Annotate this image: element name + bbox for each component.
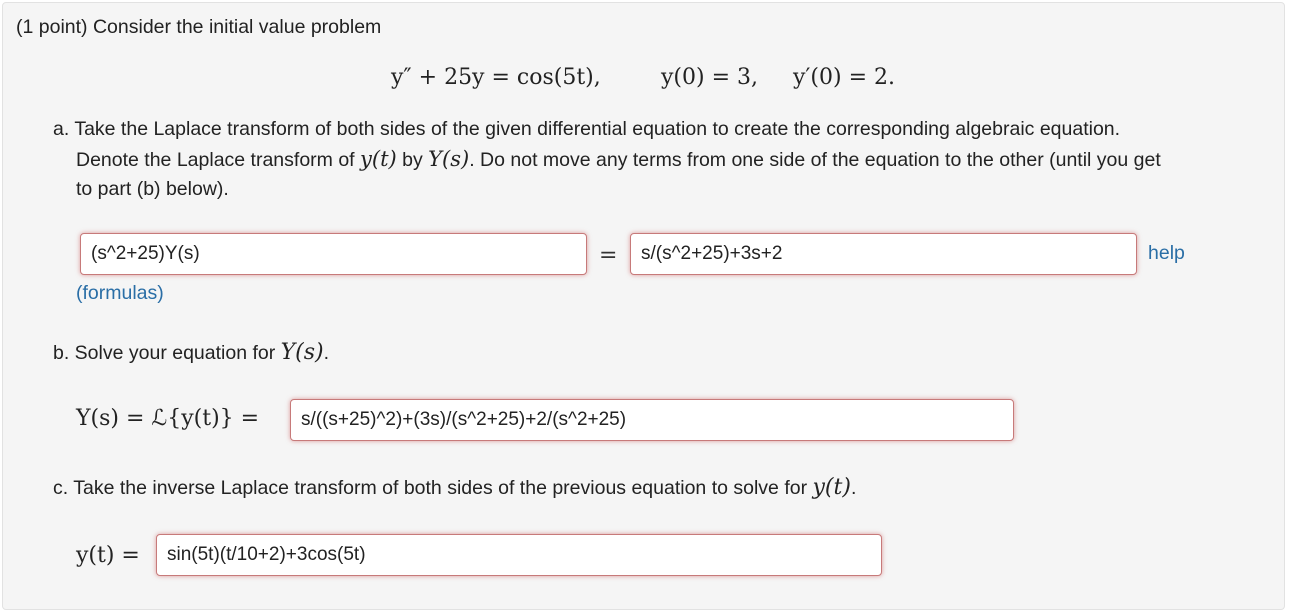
ic2-text: y′(0) = 2. bbox=[793, 65, 895, 90]
formulas-link[interactable]: (formulas) bbox=[76, 282, 164, 305]
points-label: (1 point) bbox=[16, 16, 88, 38]
initial-condition-2: y′(0) = 2. bbox=[793, 64, 895, 92]
part-c-prompt: c. Take the inverse Laplace transform of… bbox=[53, 476, 856, 500]
part-a-yt: y(t) bbox=[360, 147, 397, 171]
ode-equation: y″ + 25y = cos(5t), bbox=[391, 65, 601, 90]
help-link[interactable]: help bbox=[1148, 242, 1185, 265]
ivp-equation: y″ + 25y = cos(5t), bbox=[391, 64, 601, 92]
part-a-line3: to part (b) below). bbox=[76, 178, 229, 200]
equals-sign-a: = bbox=[599, 243, 618, 268]
part-a-line2: Denote the Laplace transform of y(t) by … bbox=[76, 147, 1161, 172]
rhs-answer-input[interactable] bbox=[630, 233, 1137, 275]
solution-yt-input[interactable] bbox=[156, 534, 882, 576]
laplace-Ys-input[interactable] bbox=[290, 399, 1014, 441]
part-a-Ys: Y(s) bbox=[428, 147, 470, 171]
ic1-text: y(0) = 3, bbox=[661, 65, 759, 90]
part-a-line2-suffix: . Do not move any terms from one side of… bbox=[469, 149, 1161, 171]
problem-intro: Consider the initial value problem bbox=[92, 16, 382, 38]
part-b-Ys: Y(s) bbox=[280, 340, 324, 365]
part-b-prompt: b. Solve your equation for Y(s). bbox=[53, 341, 329, 365]
part-b-label: Y(s) = ℒ{y(t)} = bbox=[76, 406, 260, 431]
part-a-line1: a. Take the Laplace transform of both si… bbox=[53, 118, 1121, 140]
part-a-by: by bbox=[402, 149, 423, 171]
lhs-answer-input[interactable] bbox=[80, 233, 587, 275]
part-a-line2-prefix: Denote the Laplace transform of bbox=[76, 149, 355, 171]
part-b-prompt-suffix: . bbox=[323, 342, 330, 364]
problem-header: (1 point) Consider the initial value pro… bbox=[16, 15, 381, 39]
part-c-yt: y(t) bbox=[812, 475, 851, 500]
part-b-prompt-prefix: b. Solve your equation for bbox=[53, 342, 276, 364]
part-c-label: y(t) = bbox=[76, 543, 140, 568]
problem-panel: (1 point) Consider the initial value pro… bbox=[2, 2, 1285, 610]
part-c-prompt-prefix: c. Take the inverse Laplace transform of… bbox=[53, 477, 808, 499]
initial-condition-1: y(0) = 3, bbox=[661, 64, 758, 92]
part-c-prompt-suffix: . bbox=[850, 477, 857, 499]
